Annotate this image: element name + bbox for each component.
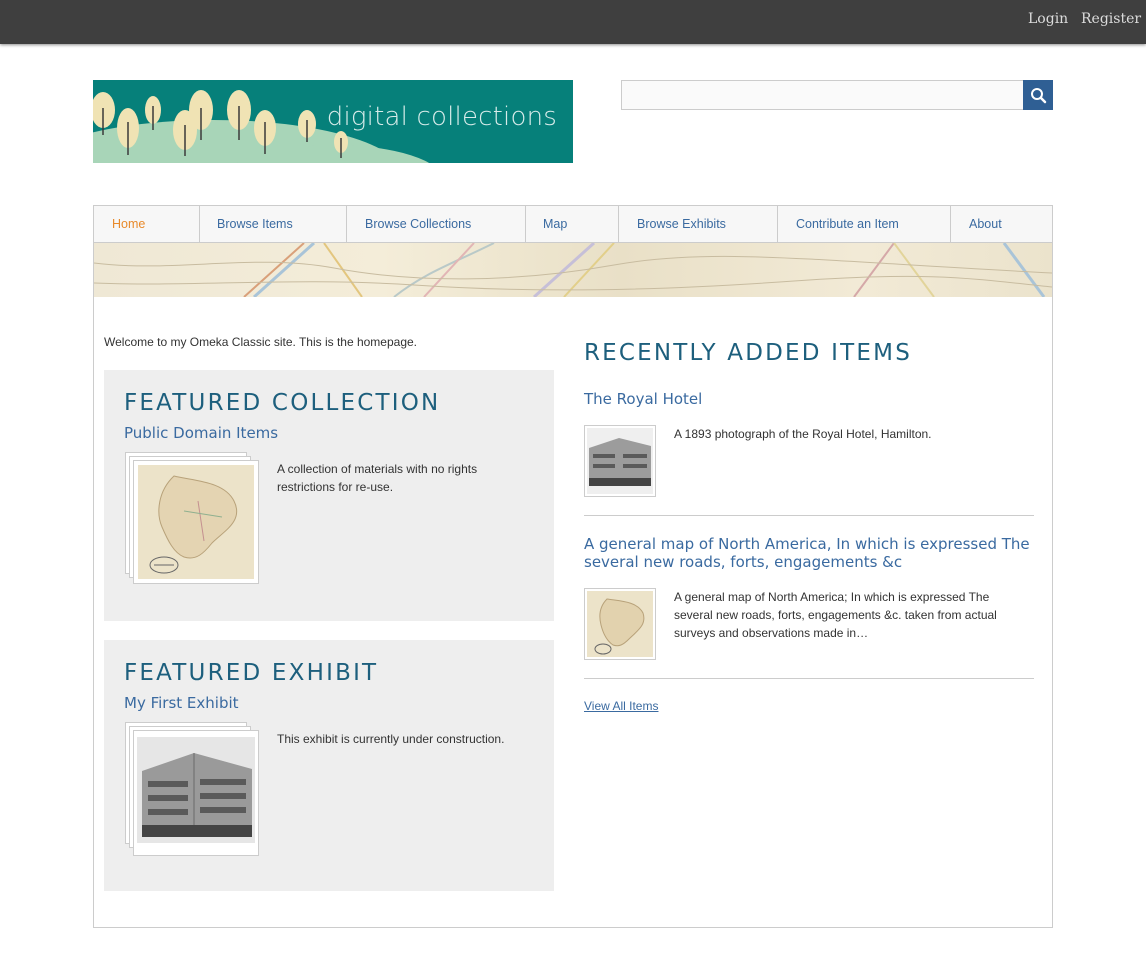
hotel-photo-thumbnail [587,428,653,494]
recent-item-title[interactable]: The Royal Hotel [584,390,1034,408]
featured-exhibit-title[interactable]: My First Exhibit [124,694,239,712]
featured-collection-heading: FEATURED COLLECTION [124,390,441,416]
recent-item-thumbnail[interactable] [584,425,656,497]
recent-items-heading: RECENTLY ADDED ITEMS [584,340,912,366]
collection-thumbnail-stack[interactable] [125,452,259,584]
search-icon [1031,88,1047,104]
nav-item-browse-collections[interactable]: Browse Collections [347,206,526,242]
view-all-items-link[interactable]: View All Items [584,699,658,713]
search-button[interactable] [1023,80,1053,110]
site-title: digital collections [326,102,557,132]
map-thumbnail [587,591,653,657]
content-frame: Home Browse Items Browse Collections Map… [93,205,1053,928]
search-input[interactable] [621,80,1025,110]
login-link[interactable]: Login [1028,11,1068,27]
hotel-photo-thumbnail [137,737,255,843]
featured-exhibit-description: This exhibit is currently under construc… [277,732,505,746]
nav-item-browse-items[interactable]: Browse Items [200,206,347,242]
recent-item-thumbnail[interactable] [584,588,656,660]
site-banner[interactable]: digital collections [93,80,573,163]
recent-item-description: A 1893 photograph of the Royal Hotel, Ha… [674,427,932,441]
nav-item-home[interactable]: Home [94,206,200,242]
featured-exhibit-heading: FEATURED EXHIBIT [124,660,379,686]
nav-item-about[interactable]: About [952,206,1051,242]
recent-item-description: A general map of North America; In which… [674,590,997,640]
register-link[interactable]: Register [1081,11,1141,27]
top-bar: Login Register [0,0,1146,44]
nav-item-map[interactable]: Map [526,206,619,242]
main-nav: Home Browse Items Browse Collections Map… [94,206,1052,243]
map-thumbnail [138,465,254,579]
item-divider [584,678,1034,679]
nav-item-contribute[interactable]: Contribute an Item [779,206,951,242]
featured-exhibit-panel: FEATURED EXHIBIT My First Exhibit This e… [104,640,554,891]
featured-collection-title[interactable]: Public Domain Items [124,424,278,442]
featured-collection-description: A collection of materials with no rights… [277,462,478,494]
map-illustration [94,243,1052,297]
map-header-image [94,243,1052,297]
featured-collection-panel: FEATURED COLLECTION Public Domain Items … [104,370,554,621]
welcome-text: Welcome to my Omeka Classic site. This i… [104,335,418,349]
nav-item-browse-exhibits[interactable]: Browse Exhibits [620,206,778,242]
item-divider [584,515,1034,516]
recent-item-title[interactable]: A general map of North America, In which… [584,535,1034,571]
exhibit-thumbnail-stack[interactable] [125,722,259,856]
